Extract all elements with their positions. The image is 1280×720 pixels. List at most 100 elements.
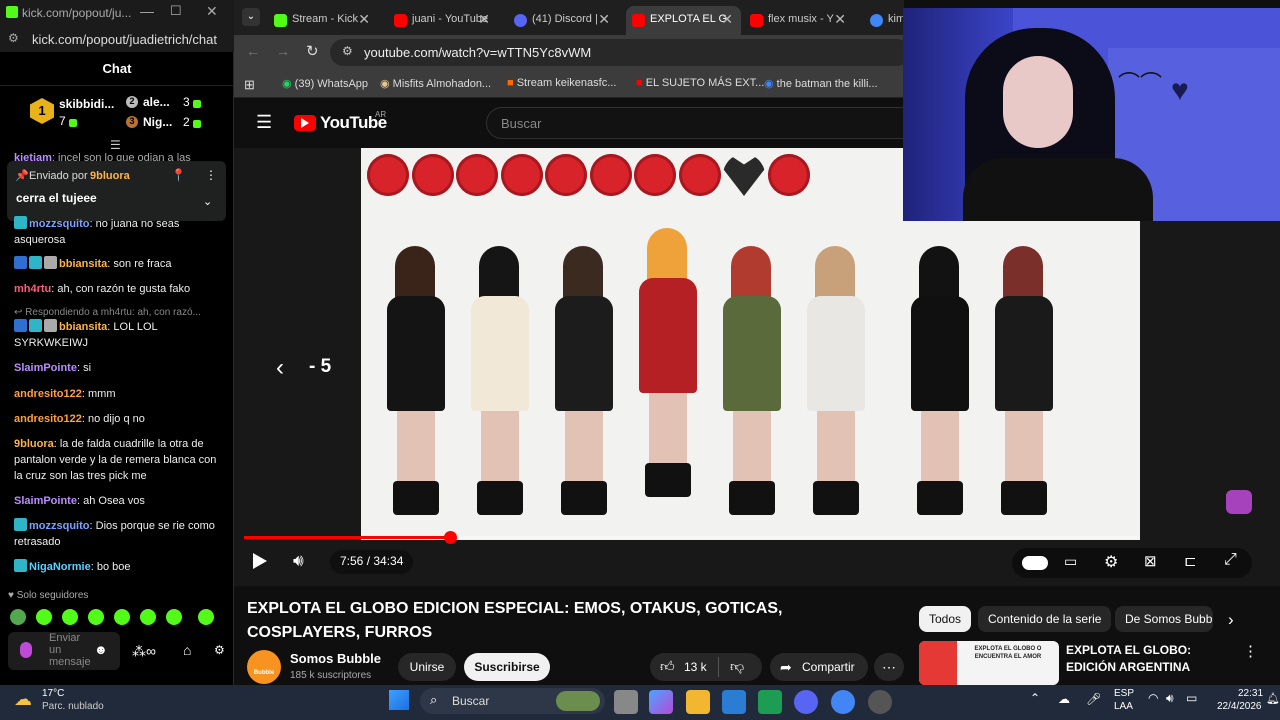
chat-user[interactable]: SlaimPointe [14,495,77,507]
battery-icon[interactable]: ▭ [1186,691,1197,705]
chevron-down-icon[interactable]: ⌄ [203,195,212,208]
reload-icon[interactable]: ↻ [306,42,319,60]
emote-icon[interactable] [140,609,156,625]
tab-search-icon[interactable]: ⌄ [242,8,260,26]
subtitles-icon[interactable]: ▭ [1064,553,1077,570]
leader-1-name[interactable]: skibbidi... [59,97,114,111]
copilot-icon[interactable] [649,690,673,714]
volume-tray-icon[interactable]: 🔊︎ [1166,691,1174,706]
close-tab-icon[interactable]: ✕ [478,11,490,28]
emoji-icon[interactable]: ☻ [94,642,108,657]
close-tab-icon[interactable]: ✕ [721,11,733,28]
chat-user[interactable]: NigaNormie [29,561,91,573]
store-icon[interactable]: ⌂ [183,642,191,658]
excel-icon[interactable] [758,690,782,714]
tab-explota-el-globo[interactable]: EXPLOTA EL G ✕ [626,6,741,35]
url-field[interactable]: ⚙ youtube.com/watch?v=wTTN5Yc8vWM [330,39,910,66]
bookmark-whatsapp[interactable]: ◉ (39) WhatsApp [282,77,368,90]
menu-icon[interactable]: ☰ [256,112,272,133]
tray-chevron-icon[interactable]: ⌃ [1030,691,1040,705]
settings-icon[interactable]: ⚙ [1104,552,1118,572]
chat-user[interactable]: mozzsquito [29,218,90,230]
related-thumbnail[interactable]: EXPLOTA EL GLOBO O ENCUENTRA EL AMOR [919,641,1059,685]
tab-youtube-juani[interactable]: juani - YouTube ✕ [388,6,498,35]
fullscreen-icon[interactable]: ⤢ [1224,551,1237,569]
pinned-by[interactable]: 9bluora [90,170,130,182]
emote-icon[interactable] [62,609,78,625]
chat-input[interactable]: Enviar un mensaje ☻ [8,632,120,670]
close-button[interactable]: ✕ [206,3,218,20]
chat-user[interactable]: SlaimPointe [14,362,77,374]
cloud-icon[interactable]: ☁ [1058,692,1070,706]
tab-discord[interactable]: (41) Discord | ✕ [508,6,618,35]
close-tab-icon[interactable]: ✕ [834,11,846,28]
community-icon[interactable]: ⁂∞ [132,643,156,660]
wifi-icon[interactable]: ◠ [1148,691,1158,705]
unpin-icon[interactable]: 📍 [171,168,186,182]
chat-urlbar[interactable]: ⚙ kick.com/popout/juadietrich/chat [0,26,234,52]
bookmark-el-sujeto[interactable]: ■ EL SUJETO MÁS EXT... [636,77,764,89]
chrome-icon[interactable] [831,690,855,714]
input-language-1[interactable]: ESP [1114,688,1134,699]
windows-start-icon[interactable] [389,690,409,710]
bookmark-stream[interactable]: ■ Stream keikenasfc... [507,77,616,89]
emote-icon[interactable] [198,609,214,625]
leader-3-name[interactable]: Nig... [143,115,172,129]
bookmark-batman[interactable]: ◉ the batman the killi... [764,77,878,90]
chat-user[interactable]: andresito122 [14,388,82,400]
chat-user[interactable]: bbiansita [59,258,107,270]
volume-icon[interactable]: 🔊︎ [293,551,304,571]
cast-icon[interactable]: ⊏ [1184,552,1197,570]
play-icon[interactable] [253,553,267,569]
subscribe-button[interactable]: Suscribirse [464,653,550,681]
tab-kick[interactable]: Stream - Kick ✕ [268,6,378,35]
taskbar-search[interactable]: ⌕ Buscar [420,688,605,714]
chat-user[interactable]: mh4rtu [14,283,51,295]
file-explorer-icon[interactable] [686,690,710,714]
scrubber-handle[interactable] [444,531,458,544]
close-tab-icon[interactable]: ✕ [358,11,370,28]
chevron-right-icon[interactable]: › [1228,610,1234,630]
channel-avatar[interactable]: Bubble [247,650,281,684]
clock-time[interactable]: 22:31 [1238,688,1263,699]
site-settings-icon[interactable]: ⚙ [8,31,19,45]
chat-user[interactable]: mozzsquito [29,520,90,532]
chip-todos[interactable]: Todos [919,606,972,632]
chat-user[interactable]: andresito122 [14,413,82,425]
bookmark-misfits[interactable]: ◉ Misfits Almohadon... [380,77,491,90]
channel-name[interactable]: Somos Bubble [290,651,381,666]
back-icon[interactable]: ← [246,43,260,59]
chat-settings-icon[interactable]: ⚙ [214,643,225,657]
apps-icon[interactable]: ⊞ [244,77,255,93]
mic-icon[interactable] [20,642,32,658]
join-button[interactable]: Unirse [398,653,456,681]
weather-icon[interactable]: ☁ [14,689,32,710]
more-icon[interactable]: ⋮ [205,168,217,182]
emote-icon[interactable] [36,609,52,625]
tab-kim[interactable]: kim [864,6,904,35]
youtube-search-input[interactable]: Buscar [486,107,906,139]
input-language-2[interactable]: LAA [1114,701,1133,712]
word-icon[interactable] [722,690,746,714]
autoplay-toggle[interactable] [1022,556,1048,570]
related-more-icon[interactable]: ⋮ [1243,642,1258,660]
chip-contenido-serie[interactable]: Contenido de la serie [978,606,1112,632]
discord-icon[interactable] [794,690,818,714]
emote-icon[interactable] [88,609,104,625]
site-info-icon[interactable]: ⚙ [342,44,353,58]
task-view-icon[interactable] [614,690,638,714]
mic-tray-icon[interactable]: 🎤︎ [1086,692,1101,706]
more-actions-icon[interactable]: ⋯ [874,653,904,681]
chat-user[interactable]: 9bluora [14,438,54,450]
emote-icon[interactable] [114,609,130,625]
emote-icon[interactable] [166,609,182,625]
like-icon[interactable]: 👍︎ [660,658,675,675]
theater-mode-icon[interactable]: ⊠ [1144,552,1157,570]
chat-user[interactable]: bbiansita [59,321,107,333]
notifications-icon[interactable]: 🔔︎ [1266,692,1280,705]
leader-2-name[interactable]: ale... [143,95,170,109]
emote-icon[interactable] [10,609,26,625]
maximize-button[interactable]: ☐ [170,3,182,19]
close-tab-icon[interactable]: ✕ [598,11,610,28]
tab-flex-musix[interactable]: flex musix - Y ✕ [744,6,854,35]
